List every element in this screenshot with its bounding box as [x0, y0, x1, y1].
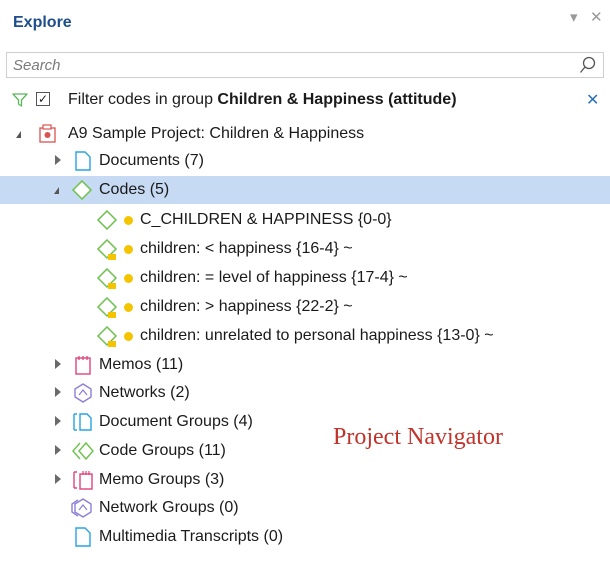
tree-item-label: Memo Groups (3): [99, 471, 225, 488]
tree-item-code-groups[interactable]: Code Groups (11): [0, 437, 610, 465]
tree-item-label: Codes (5): [99, 181, 170, 198]
search-input[interactable]: [13, 55, 573, 75]
tree-item-label: Multimedia Transcripts (0): [99, 528, 284, 545]
color-dot: [124, 332, 133, 341]
code-comment-icon: [96, 326, 118, 347]
project-icon: [39, 124, 56, 143]
code-item[interactable]: children: > happiness {22-2} ~: [0, 293, 610, 321]
code-item-label: C_CHILDREN & HAPPINESS {0-0}: [140, 211, 392, 228]
filter-label: Filter codes in group Children & Happine…: [68, 91, 457, 108]
tree-item-codes[interactable]: Codes (5): [0, 176, 610, 204]
filter-group-name: Children & Happiness (attitude): [217, 91, 457, 108]
search-icon[interactable]: [579, 56, 597, 74]
expand-arrow-icon[interactable]: [55, 155, 61, 165]
memo-group-icon: [73, 471, 93, 490]
search-box: [6, 52, 604, 78]
tree-item-network-groups[interactable]: Network Groups (0): [0, 494, 610, 522]
network-icon: [74, 383, 92, 403]
expand-arrow-icon[interactable]: [55, 445, 61, 455]
filter-bar: ✓ Filter codes in group Children & Happi…: [0, 88, 610, 114]
tree-item-label: Memos (11): [99, 356, 184, 373]
color-dot: [124, 245, 133, 254]
code-item-label: children: = level of happiness {17-4} ~: [140, 269, 408, 286]
color-dot: [124, 216, 133, 225]
code-item-label: children: unrelated to personal happines…: [140, 327, 494, 344]
tree-item-documents[interactable]: Documents (7): [0, 147, 610, 175]
panel-header: Explore ▾ ✕: [0, 0, 610, 46]
tree-item-label: Document Groups (4): [99, 413, 253, 430]
code-item[interactable]: children: unrelated to personal happines…: [0, 322, 610, 350]
tree-item-label: A9 Sample Project: Children & Happiness: [68, 125, 365, 142]
tree-item-memos[interactable]: Memos (11): [0, 351, 610, 379]
memo-icon: [75, 356, 91, 375]
code-comment-icon: [96, 268, 118, 289]
tree-item-label: Documents (7): [99, 152, 204, 169]
code-group-icon: [72, 441, 94, 461]
color-dot: [124, 303, 133, 312]
close-icon[interactable]: ✕: [590, 8, 603, 26]
tree-item-label: Network Groups (0): [99, 499, 239, 516]
panel-title: Explore: [13, 14, 72, 31]
filter-icon: [12, 93, 28, 107]
code-item-label: children: < happiness {16-4} ~: [140, 240, 353, 257]
code-comment-icon: [96, 239, 118, 260]
tree-item-label: Code Groups (11): [99, 442, 226, 459]
collapse-arrow-icon[interactable]: [54, 187, 59, 194]
annotation-label: Project Navigator: [333, 424, 503, 450]
tree-item-document-groups[interactable]: Document Groups (4): [0, 408, 610, 436]
chevron-down-icon[interactable]: ▾: [570, 8, 578, 26]
tree-item-memo-groups[interactable]: Memo Groups (3): [0, 466, 610, 494]
tree-item-label: Networks (2): [99, 384, 190, 401]
collapse-arrow-icon[interactable]: [16, 131, 21, 138]
color-dot: [124, 274, 133, 283]
tree-item-networks[interactable]: Networks (2): [0, 379, 610, 407]
code-item-label: children: > happiness {22-2} ~: [140, 298, 353, 315]
filter-checkbox[interactable]: ✓: [36, 92, 50, 106]
document-icon: [75, 151, 91, 171]
expand-arrow-icon[interactable]: [55, 359, 61, 369]
code-item[interactable]: C_CHILDREN & HAPPINESS {0-0}: [0, 206, 610, 234]
close-icon[interactable]: ✕: [586, 90, 599, 110]
transcript-icon: [75, 527, 91, 547]
code-item[interactable]: children: < happiness {16-4} ~: [0, 235, 610, 263]
code-item[interactable]: children: = level of happiness {17-4} ~: [0, 264, 610, 292]
expand-arrow-icon[interactable]: [55, 474, 61, 484]
code-comment-icon: [96, 297, 118, 318]
expand-arrow-icon[interactable]: [55, 416, 61, 426]
tree-item-project[interactable]: A9 Sample Project: Children & Happiness: [0, 120, 610, 148]
code-icon: [71, 180, 93, 200]
code-icon: [96, 210, 118, 230]
document-group-icon: [73, 413, 92, 431]
tree-item-multimedia-transcripts[interactable]: Multimedia Transcripts (0): [0, 523, 610, 551]
network-group-icon: [71, 498, 92, 518]
expand-arrow-icon[interactable]: [55, 387, 61, 397]
